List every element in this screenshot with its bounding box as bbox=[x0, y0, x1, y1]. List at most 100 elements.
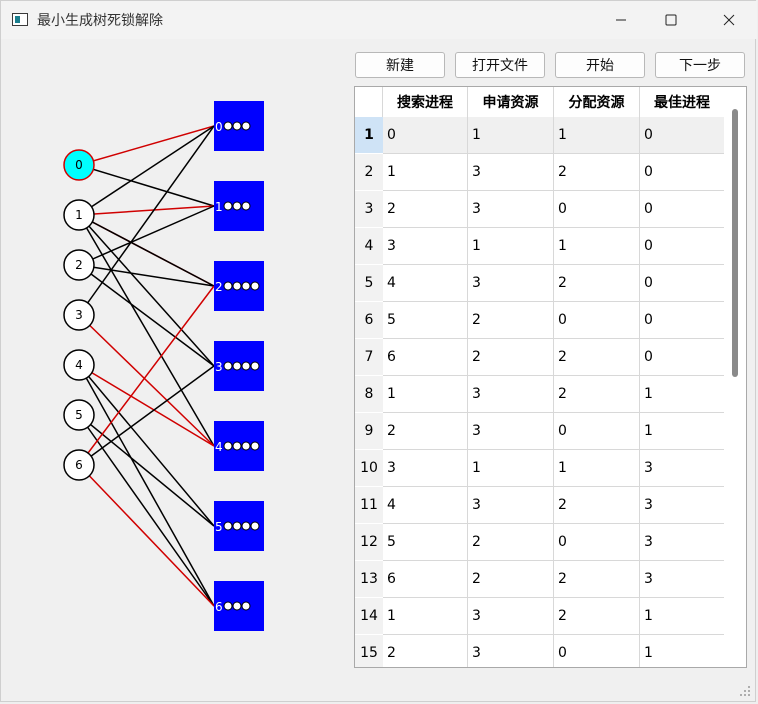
resource-node-0[interactable]: 0 bbox=[214, 101, 264, 151]
table-cell[interactable]: 3 bbox=[640, 487, 725, 524]
column-header[interactable]: 搜索进程 bbox=[383, 87, 468, 117]
start-button[interactable]: 开始 bbox=[555, 52, 645, 78]
close-button[interactable] bbox=[704, 1, 754, 39]
table-cell[interactable]: 0 bbox=[383, 117, 468, 154]
table-cell[interactable]: 3 bbox=[468, 154, 554, 191]
table-cell[interactable]: 0 bbox=[640, 228, 725, 265]
table-cell[interactable]: 2 bbox=[468, 339, 554, 376]
process-node-1[interactable]: 1 bbox=[63, 199, 95, 231]
table-cell[interactable]: 1 bbox=[640, 598, 725, 635]
table-cell[interactable]: 3 bbox=[468, 487, 554, 524]
table-cell[interactable]: 0 bbox=[554, 635, 640, 667]
process-node-3[interactable]: 3 bbox=[63, 299, 95, 331]
resource-node-6[interactable]: 6 bbox=[214, 581, 264, 631]
table-cell[interactable]: 2 bbox=[554, 265, 640, 302]
table-cell[interactable]: 0 bbox=[554, 302, 640, 339]
resource-node-3[interactable]: 3 bbox=[214, 341, 264, 391]
table-cell[interactable]: 2 bbox=[383, 191, 468, 228]
row-header[interactable]: 2 bbox=[355, 154, 383, 191]
minimize-button[interactable] bbox=[596, 1, 646, 39]
table-cell[interactable]: 0 bbox=[640, 302, 725, 339]
table-cell[interactable]: 1 bbox=[383, 154, 468, 191]
table-cell[interactable]: 1 bbox=[640, 635, 725, 667]
table-cell[interactable]: 3 bbox=[468, 413, 554, 450]
open-file-button[interactable]: 打开文件 bbox=[455, 52, 545, 78]
process-node-0[interactable]: 0 bbox=[63, 149, 95, 181]
row-header[interactable]: 15 bbox=[355, 635, 383, 667]
search-table[interactable]: 搜索进程 申请资源 分配资源 最佳进程 1 0 1 1 0 2 1 3 2 0 3 2 3 0 0 4 3 1 1 0 5 4 3 2… bbox=[354, 86, 747, 668]
table-cell[interactable]: 2 bbox=[554, 487, 640, 524]
table-cell[interactable]: 3 bbox=[468, 376, 554, 413]
table-cell[interactable]: 0 bbox=[640, 191, 725, 228]
table-cell[interactable]: 2 bbox=[554, 561, 640, 598]
table-cell[interactable]: 1 bbox=[640, 376, 725, 413]
table-cell[interactable]: 6 bbox=[383, 339, 468, 376]
next-step-button[interactable]: 下一步 bbox=[655, 52, 745, 78]
table-cell[interactable]: 2 bbox=[468, 524, 554, 561]
process-node-4[interactable]: 4 bbox=[63, 349, 95, 381]
table-cell[interactable]: 5 bbox=[383, 524, 468, 561]
table-cell[interactable]: 1 bbox=[383, 376, 468, 413]
table-cell[interactable]: 2 bbox=[383, 635, 468, 667]
resource-node-5[interactable]: 5 bbox=[214, 501, 264, 551]
table-scrollbar[interactable] bbox=[724, 87, 746, 667]
row-header[interactable]: 8 bbox=[355, 376, 383, 413]
table-cell[interactable]: 3 bbox=[468, 191, 554, 228]
row-header[interactable]: 11 bbox=[355, 487, 383, 524]
table-cell[interactable]: 1 bbox=[468, 117, 554, 154]
row-header[interactable]: 6 bbox=[355, 302, 383, 339]
table-cell[interactable]: 0 bbox=[554, 191, 640, 228]
table-cell[interactable]: 1 bbox=[554, 450, 640, 487]
process-node-5[interactable]: 5 bbox=[63, 399, 95, 431]
table-corner[interactable] bbox=[355, 87, 383, 117]
table-cell[interactable]: 3 bbox=[468, 635, 554, 667]
table-cell[interactable]: 2 bbox=[383, 413, 468, 450]
table-cell[interactable]: 2 bbox=[468, 561, 554, 598]
table-cell[interactable]: 3 bbox=[468, 598, 554, 635]
table-cell[interactable]: 3 bbox=[640, 561, 725, 598]
resize-grip-icon[interactable] bbox=[739, 685, 751, 697]
table-cell[interactable]: 4 bbox=[383, 487, 468, 524]
table-cell[interactable]: 0 bbox=[640, 339, 725, 376]
title-bar[interactable]: 最小生成树死锁解除 bbox=[1, 1, 757, 39]
table-cell[interactable]: 0 bbox=[640, 117, 725, 154]
table-cell[interactable]: 3 bbox=[640, 524, 725, 561]
table-cell[interactable]: 2 bbox=[554, 339, 640, 376]
table-cell[interactable]: 5 bbox=[383, 302, 468, 339]
table-cell[interactable]: 2 bbox=[468, 302, 554, 339]
table-cell[interactable]: 1 bbox=[554, 228, 640, 265]
table-cell[interactable]: 3 bbox=[383, 228, 468, 265]
table-cell[interactable]: 0 bbox=[554, 524, 640, 561]
table-cell[interactable]: 2 bbox=[554, 154, 640, 191]
row-header[interactable]: 4 bbox=[355, 228, 383, 265]
resource-node-4[interactable]: 4 bbox=[214, 421, 264, 471]
table-cell[interactable]: 0 bbox=[640, 154, 725, 191]
row-header[interactable]: 5 bbox=[355, 265, 383, 302]
table-cell[interactable]: 6 bbox=[383, 561, 468, 598]
row-header[interactable]: 1 bbox=[355, 117, 383, 154]
row-header[interactable]: 9 bbox=[355, 413, 383, 450]
table-cell[interactable]: 1 bbox=[383, 598, 468, 635]
resource-node-1[interactable]: 1 bbox=[214, 181, 264, 231]
resource-node-2[interactable]: 2 bbox=[214, 261, 264, 311]
row-header[interactable]: 7 bbox=[355, 339, 383, 376]
table-cell[interactable]: 3 bbox=[640, 450, 725, 487]
process-node-2[interactable]: 2 bbox=[63, 249, 95, 281]
table-cell[interactable]: 3 bbox=[468, 265, 554, 302]
row-header[interactable]: 3 bbox=[355, 191, 383, 228]
row-header[interactable]: 10 bbox=[355, 450, 383, 487]
table-cell[interactable]: 1 bbox=[468, 450, 554, 487]
table-cell[interactable]: 0 bbox=[554, 413, 640, 450]
table-cell[interactable]: 1 bbox=[468, 228, 554, 265]
table-cell[interactable]: 1 bbox=[640, 413, 725, 450]
table-cell[interactable]: 4 bbox=[383, 265, 468, 302]
table-cell[interactable]: 1 bbox=[554, 117, 640, 154]
table-cell[interactable]: 0 bbox=[640, 265, 725, 302]
table-cell[interactable]: 3 bbox=[383, 450, 468, 487]
process-node-6[interactable]: 6 bbox=[63, 449, 95, 481]
row-header[interactable]: 12 bbox=[355, 524, 383, 561]
new-button[interactable]: 新建 bbox=[355, 52, 445, 78]
column-header[interactable]: 分配资源 bbox=[554, 87, 640, 117]
table-cell[interactable]: 2 bbox=[554, 376, 640, 413]
column-header[interactable]: 最佳进程 bbox=[640, 87, 725, 117]
